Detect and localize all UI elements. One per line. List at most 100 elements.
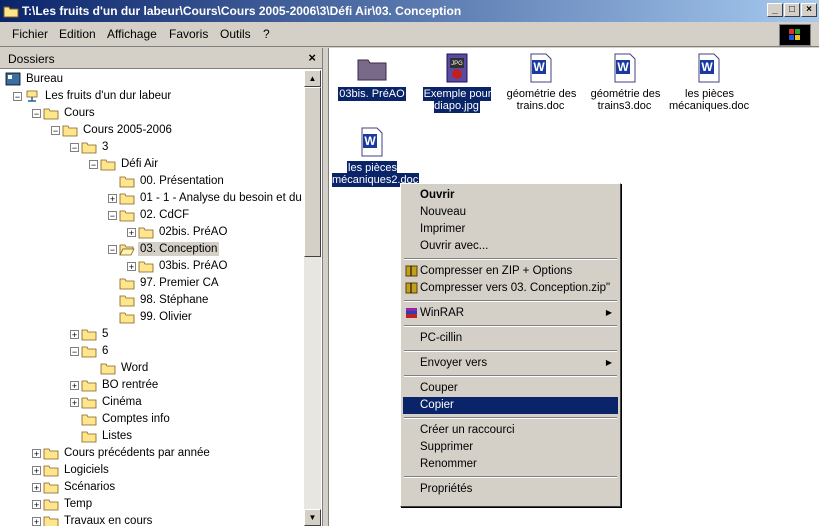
tree-item-label: 6 <box>102 345 109 357</box>
menu-separator <box>404 258 617 260</box>
file-label: les pièces mécaniques.doc <box>669 88 750 112</box>
tree-item[interactable]: Listes <box>81 428 134 445</box>
file-item[interactable]: Wles pièces mécaniques.doc <box>669 52 749 112</box>
close-button[interactable]: × <box>801 3 817 17</box>
ctx-envoyer-vers[interactable]: Envoyer vers ▶ <box>403 355 618 372</box>
tree-item[interactable]: Cours 2005-2006 <box>62 122 174 139</box>
tree-item[interactable]: Word <box>100 360 150 377</box>
expand-icon[interactable]: + <box>70 398 79 408</box>
tree-item[interactable]: Cours précédents par année <box>43 445 212 462</box>
tree-item[interactable]: Cinéma <box>81 394 144 411</box>
expand-icon[interactable]: + <box>32 500 41 510</box>
word-doc-icon: W <box>530 53 552 83</box>
file-label: géométrie des trains.doc <box>506 88 577 112</box>
expand-icon[interactable]: + <box>32 483 41 493</box>
svg-text:JPG: JPG <box>451 61 463 67</box>
folder-icon <box>43 482 59 494</box>
folder-icon <box>43 108 59 120</box>
file-item[interactable]: Wgéométrie des trains.doc <box>501 52 581 112</box>
tree-item[interactable]: Logiciels <box>43 462 111 479</box>
tree-item[interactable]: 99. Olivier <box>119 309 194 326</box>
collapse-icon[interactable]: − <box>108 211 117 221</box>
ctx-copier[interactable]: Copier <box>403 397 618 414</box>
ctx-ouvrir[interactable]: Ouvrir <box>403 187 618 204</box>
tree-item[interactable]: Comptes info <box>81 411 172 428</box>
ctx-imprimer[interactable]: Imprimer <box>403 221 618 238</box>
menu-favoris[interactable]: Favoris <box>169 27 208 41</box>
expand-icon[interactable]: + <box>70 330 79 340</box>
tree-item[interactable]: 5 <box>81 326 110 343</box>
menu-edition[interactable]: Edition <box>59 27 96 41</box>
expand-icon[interactable]: + <box>70 381 79 391</box>
ctx-propri-t-s[interactable]: Propriétés <box>403 481 618 498</box>
tree-item-label: 97. Premier CA <box>140 277 219 289</box>
expand-icon[interactable]: + <box>32 517 41 526</box>
tree-item[interactable]: Travaux en cours <box>43 513 154 526</box>
tree-item[interactable]: Cours <box>43 105 97 122</box>
ctx-cr-er-un-raccourci[interactable]: Créer un raccourci <box>403 422 618 439</box>
tree-item[interactable]: BO rentrée <box>81 377 160 394</box>
menu-help[interactable]: ? <box>263 27 270 41</box>
collapse-icon[interactable]: − <box>89 160 98 170</box>
file-item[interactable]: Wles pièces mécaniques2.doc <box>332 126 420 187</box>
ctx-nouveau[interactable]: Nouveau <box>403 204 618 221</box>
ctx-label: Envoyer vers <box>420 357 488 369</box>
tree-item[interactable]: Défi Air <box>100 156 160 173</box>
scroll-up-icon[interactable]: ▲ <box>304 70 321 87</box>
menu-outils[interactable]: Outils <box>220 27 251 41</box>
scroll-thumb[interactable] <box>304 87 321 257</box>
tree-item[interactable]: Les fruits d'un dur labeur <box>24 88 173 105</box>
ctx-couper[interactable]: Couper <box>403 380 618 397</box>
ctx-ouvrir-avec[interactable]: Ouvrir avec... <box>403 238 618 255</box>
tree-item[interactable]: Temp <box>43 496 94 513</box>
tree-item[interactable]: Scénarios <box>43 479 117 496</box>
ctx-label: Ouvrir avec... <box>420 240 489 252</box>
tree-item[interactable]: 03bis. PréAO <box>138 258 229 275</box>
tree-item[interactable]: 03. Conception <box>119 241 220 258</box>
scroll-down-icon[interactable]: ▼ <box>304 509 321 526</box>
expand-icon[interactable]: + <box>127 262 136 272</box>
menu-affichage[interactable]: Affichage <box>107 27 157 41</box>
menu-separator <box>404 417 617 419</box>
ctx-winrar[interactable]: WinRAR ▶ <box>403 305 618 322</box>
tree-item-label: 03. Conception <box>138 242 220 256</box>
menu-fichier[interactable]: Fichier <box>12 27 48 41</box>
collapse-icon[interactable]: − <box>13 92 22 102</box>
ctx-pc-cillin[interactable]: PC-cillin <box>403 330 618 347</box>
tree-item[interactable]: 3 <box>81 139 110 156</box>
collapse-icon[interactable]: − <box>70 347 79 357</box>
expand-icon[interactable]: + <box>32 449 41 459</box>
collapse-icon[interactable]: − <box>108 245 117 255</box>
folder-icon <box>100 363 116 375</box>
tree-item[interactable]: 98. Stéphane <box>119 292 210 309</box>
file-item[interactable]: 03bis. PréAO <box>332 52 412 101</box>
title-bar[interactable]: T:\Les fruits d'un dur labeur\Cours\Cour… <box>0 0 819 22</box>
tree-item[interactable]: 97. Premier CA <box>119 275 221 292</box>
tree-item[interactable]: 6 <box>81 343 110 360</box>
collapse-icon[interactable]: − <box>51 126 60 136</box>
maximize-button[interactable]: □ <box>784 3 800 17</box>
tree-item[interactable]: 02. CdCF <box>119 207 191 224</box>
collapse-icon[interactable]: − <box>70 143 79 153</box>
ctx-supprimer[interactable]: Supprimer <box>403 439 618 456</box>
collapse-icon[interactable]: − <box>32 109 41 119</box>
tree-item[interactable]: 02bis. PréAO <box>138 224 229 241</box>
close-pane-icon[interactable]: × <box>308 50 316 65</box>
expand-icon[interactable]: + <box>127 228 136 238</box>
tree-item[interactable]: Bureau <box>5 71 65 88</box>
file-item[interactable]: JPG Exemple pour diapo.jpg <box>417 52 497 113</box>
expand-icon[interactable]: + <box>32 466 41 476</box>
tree-scrollbar[interactable]: ▲ ▼ <box>304 70 321 526</box>
menu-separator <box>404 350 617 352</box>
tree-item[interactable]: 00. Présentation <box>119 173 226 190</box>
expand-icon[interactable]: + <box>108 194 117 204</box>
tree-item[interactable]: 01 - 1 - Analyse du besoin et du fonctio… <box>119 190 304 207</box>
ctx-renommer[interactable]: Renommer <box>403 456 618 473</box>
ctx-compresser-en-zip-options[interactable]: Compresser en ZIP + Options <box>403 263 618 280</box>
ctx-label: Imprimer <box>420 223 466 235</box>
folder-icon <box>119 210 135 222</box>
ctx-label: WinRAR <box>420 307 465 319</box>
ctx-compresser-vers-03-conception-zip[interactable]: Compresser vers 03. Conception.zip" <box>403 280 618 297</box>
minimize-button[interactable]: _ <box>767 3 783 17</box>
file-item[interactable]: Wgéométrie des trains3.doc <box>585 52 665 112</box>
